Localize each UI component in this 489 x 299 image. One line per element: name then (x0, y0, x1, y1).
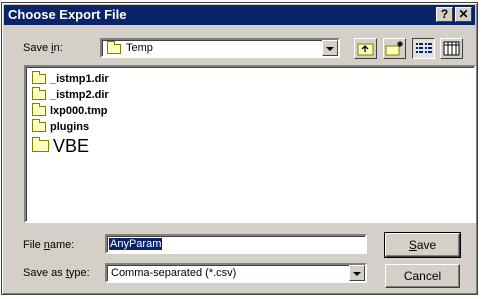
folder-icon (32, 103, 46, 116)
details-view-icon (443, 41, 460, 56)
save-button[interactable]: Save (384, 232, 461, 258)
create-new-folder-button[interactable] (383, 38, 406, 59)
folder-icon (32, 87, 46, 100)
title-bar[interactable]: Choose Export File ? ✕ (4, 5, 475, 25)
file-item-label: _istmp2.dir (50, 89, 109, 101)
list-view-button[interactable] (412, 38, 435, 59)
folder-icon (32, 137, 49, 152)
window-title: Choose Export File (8, 7, 127, 22)
list-item[interactable]: _istmp2.dir (32, 87, 109, 103)
list-item[interactable]: plugins (32, 119, 89, 135)
list-item[interactable]: VBE (32, 135, 89, 157)
up-folder-icon (357, 43, 374, 56)
close-button[interactable]: ✕ (455, 7, 472, 22)
file-item-label: lxp000.tmp (50, 105, 108, 117)
file-name-input[interactable]: AnyParam (105, 234, 367, 254)
list-item[interactable]: lxp000.tmp (32, 103, 107, 119)
chevron-down-icon[interactable] (322, 40, 338, 56)
file-item-label: VBE (53, 136, 90, 156)
file-list[interactable]: _istmp1.dir _istmp2.dir lxp000.tmp plugi… (24, 65, 476, 223)
folder-icon (107, 41, 121, 54)
help-icon: ? (440, 7, 449, 21)
new-folder-icon (385, 41, 403, 56)
file-item-label: plugins (50, 121, 90, 133)
save-in-dropdown[interactable]: Temp (100, 38, 340, 58)
up-one-level-button[interactable] (354, 38, 377, 59)
save-as-type-value: Comma-separated (*.csv) (111, 267, 237, 279)
close-icon: ✕ (458, 7, 469, 21)
export-file-dialog: Choose Export File ? ✕ Save in: Temp _is… (1, 2, 478, 295)
chevron-down-icon[interactable] (349, 265, 365, 281)
file-name-value: AnyParam (109, 238, 163, 250)
save-as-type-dropdown[interactable]: Comma-separated (*.csv) (105, 263, 367, 283)
save-in-label: Save in: (23, 42, 63, 54)
file-item-label: _istmp1.dir (50, 73, 109, 85)
list-item[interactable]: _istmp1.dir (32, 71, 109, 87)
file-name-label: File name: (23, 239, 75, 251)
folder-icon (32, 119, 46, 132)
list-view-icon (416, 43, 432, 53)
help-button[interactable]: ? (436, 7, 453, 22)
save-in-value: Temp (126, 42, 153, 54)
save-as-type-label: Save as type: (23, 267, 90, 279)
details-view-button[interactable] (440, 38, 463, 59)
cancel-button[interactable]: Cancel (385, 264, 460, 288)
folder-icon (32, 71, 46, 84)
